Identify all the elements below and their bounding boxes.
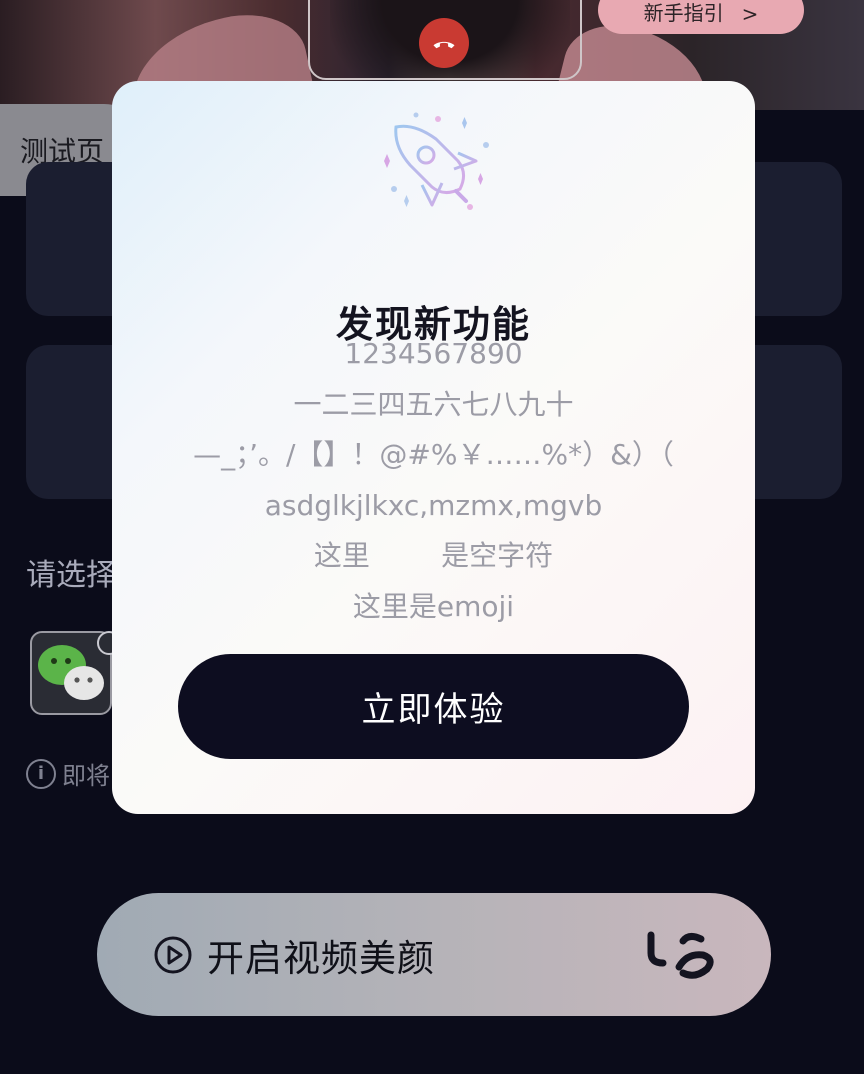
new-feature-dialog: 发现新功能 1234567890 一二三四五六七八九十 —_；’。/【】！@#%… bbox=[112, 81, 755, 814]
try-now-label: 立即体验 bbox=[361, 690, 506, 730]
dialog-line: 1234567890 bbox=[344, 337, 523, 370]
dialog-line: —_；’。/【】！@#%￥……%*）&）（ bbox=[193, 438, 674, 471]
dialog-line: 一二三四五六七八九十 bbox=[293, 387, 574, 421]
dialog-body: 1234567890 一二三四五六七八九十 —_；’。/【】！@#%￥……%*）… bbox=[112, 329, 755, 632]
dialog-line: asdglkjlkxc,mzmx,mgvb bbox=[264, 488, 603, 522]
rocket-icon bbox=[384, 112, 489, 210]
dialog-line: 这里是emoji bbox=[352, 589, 515, 623]
try-now-button[interactable]: 立即体验 bbox=[178, 654, 689, 759]
dialog-line: 这里 是空字符 bbox=[313, 539, 554, 572]
